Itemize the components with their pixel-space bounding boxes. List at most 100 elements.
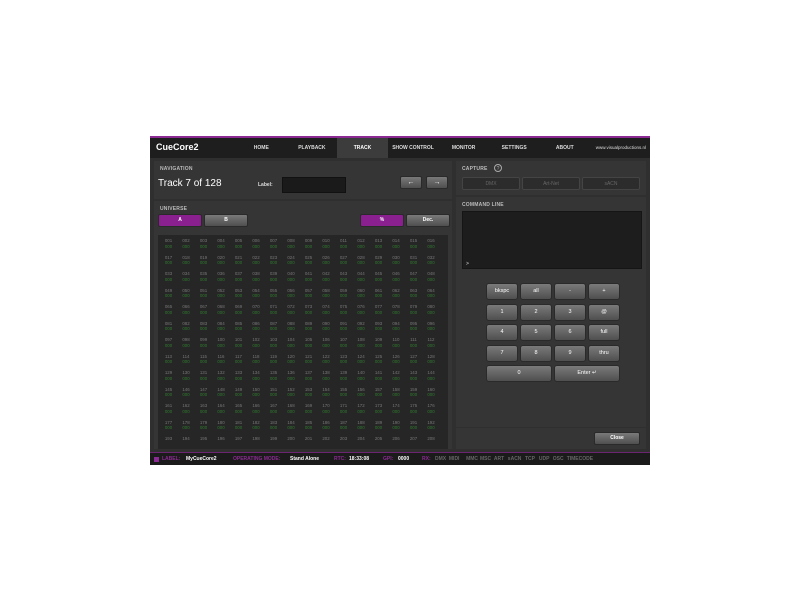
full-key[interactable]: full <box>588 324 620 341</box>
help-icon[interactable]: ? <box>494 164 502 172</box>
rx-indicator: DMX <box>435 456 447 462</box>
tab-settings[interactable]: SETTINGS <box>489 138 540 158</box>
universe-a-button[interactable]: A <box>158 214 202 227</box>
plus-key[interactable]: + <box>588 283 620 300</box>
minus-key[interactable]: - <box>554 283 586 300</box>
channel-value: 000 <box>304 309 313 315</box>
channel-value: 000 <box>287 260 295 265</box>
key-2[interactable]: 2 <box>520 303 552 321</box>
channel-cell: 156 000 <box>353 387 370 403</box>
decimal-format-button[interactable]: Dec. <box>406 214 450 227</box>
thru-key[interactable]: thru <box>588 344 620 362</box>
channel-value: 000 <box>392 260 400 265</box>
channel-value: 000 <box>374 309 383 315</box>
universe-title: UNIVERSE <box>160 206 188 212</box>
channel-cell: 104 000 <box>283 337 300 353</box>
channel-cell: 011 000 <box>335 238 352 254</box>
channel-value: 000 <box>252 326 260 331</box>
channel-cell: 145 000 <box>160 387 177 403</box>
tab-home[interactable]: HOME <box>236 138 287 158</box>
channel-value: 000 <box>392 276 400 282</box>
channel-cell: 203 <box>335 436 352 449</box>
key-4[interactable]: 4 <box>486 324 518 341</box>
tab-show-control[interactable]: SHOW CONTROL <box>388 138 439 158</box>
backspace-key[interactable]: bkspc <box>486 283 518 300</box>
channel-cell: 072 000 <box>283 304 300 320</box>
channel-cell: 047 000 <box>405 271 422 287</box>
tab-monitor[interactable]: MONITOR <box>438 138 489 158</box>
status-gpi-value: 0000 <box>398 456 410 462</box>
channel-cell: 129 000 <box>160 370 177 386</box>
channel-value: 000 <box>252 243 260 249</box>
tab-about[interactable]: ABOUT <box>539 138 590 158</box>
capture-artnet-button[interactable]: Art-Net <box>522 177 580 190</box>
channel-value: 000 <box>252 309 260 315</box>
channel-cell: 046 000 <box>388 271 405 287</box>
tab-playback[interactable]: PLAYBACK <box>287 138 338 158</box>
channel-value: 000 <box>304 260 313 265</box>
capture-sacn-button[interactable]: sACN <box>582 177 640 190</box>
channel-number: 200 <box>287 436 295 441</box>
channel-cell: 025 000 <box>300 255 317 271</box>
percent-format-button[interactable]: % <box>360 214 404 227</box>
channel-cell: 039 000 <box>265 271 282 287</box>
channel-cell: 142 000 <box>388 370 405 386</box>
channel-cell: 060 000 <box>353 288 370 304</box>
channel-cell: 095 000 <box>405 321 422 337</box>
universe-b-button[interactable]: B <box>204 214 248 227</box>
channel-cell: 196 <box>213 436 230 449</box>
key-0[interactable]: 0 <box>486 365 552 382</box>
key-7[interactable]: 7 <box>486 344 518 362</box>
channel-cell: 089 000 <box>300 321 317 337</box>
channel-cell: 168 000 <box>283 403 300 419</box>
channel-cell: 099 000 <box>195 337 212 353</box>
key-9[interactable]: 9 <box>554 344 586 362</box>
website-link[interactable]: www.visualproductions.nl <box>596 145 646 150</box>
channel-value: 000 <box>427 408 435 414</box>
channel-cell: 086 000 <box>248 321 265 337</box>
channel-value: 000 <box>217 359 225 364</box>
channel-cell: 050 000 <box>178 288 195 304</box>
key-1[interactable]: 1 <box>486 303 518 321</box>
channel-value: 000 <box>269 276 278 282</box>
label-input[interactable] <box>282 177 346 193</box>
channel-cell: 185 000 <box>300 420 317 436</box>
channel-cell: 005 000 <box>230 238 247 254</box>
channel-cell: 114 000 <box>178 354 195 370</box>
tab-track[interactable]: TRACK <box>337 138 388 158</box>
channel-value: 000 <box>287 392 295 397</box>
channel-value: 000 <box>304 408 313 414</box>
enter-key[interactable]: Enter ↵ <box>554 365 620 382</box>
channel-value: 000 <box>322 408 330 414</box>
status-label-key: LABEL: <box>162 456 181 462</box>
channel-cell: 049 000 <box>160 288 177 304</box>
capture-dmx-button[interactable]: DMX <box>462 177 520 190</box>
key-6[interactable]: 6 <box>554 324 586 341</box>
cuecore-app: CueCore2 HOME PLAYBACK TRACK SHOW CONTRO… <box>150 136 650 465</box>
at-key[interactable]: @ <box>588 303 620 321</box>
navigation-title: NAVIGATION <box>160 166 193 172</box>
channel-value: 000 <box>339 293 348 298</box>
channel-number: 196 <box>217 436 225 441</box>
channel-cell: 195 <box>195 436 212 449</box>
channel-value: 000 <box>392 342 400 348</box>
key-5[interactable]: 5 <box>520 324 552 341</box>
channel-value: 000 <box>252 342 260 348</box>
channel-number: 194 <box>182 436 190 441</box>
next-track-button[interactable]: → <box>426 176 448 189</box>
channel-value: 000 <box>427 342 435 348</box>
track-indicator: Track 7 of 128 <box>158 178 222 189</box>
channel-number: 202 <box>322 436 330 441</box>
key-3[interactable]: 3 <box>554 303 586 321</box>
command-line-display: > <box>462 211 642 269</box>
channel-value: 000 <box>339 392 348 397</box>
channel-value: 000 <box>374 342 383 348</box>
key-8[interactable]: 8 <box>520 344 552 362</box>
all-key[interactable]: all <box>520 283 552 300</box>
previous-track-button[interactable]: ← <box>400 176 422 189</box>
channel-value: 000 <box>304 375 313 381</box>
channel-value: 000 <box>374 260 383 265</box>
close-button[interactable]: Close <box>594 432 640 445</box>
channel-cell: 001 000 <box>160 238 177 254</box>
channel-value: 000 <box>409 276 418 282</box>
